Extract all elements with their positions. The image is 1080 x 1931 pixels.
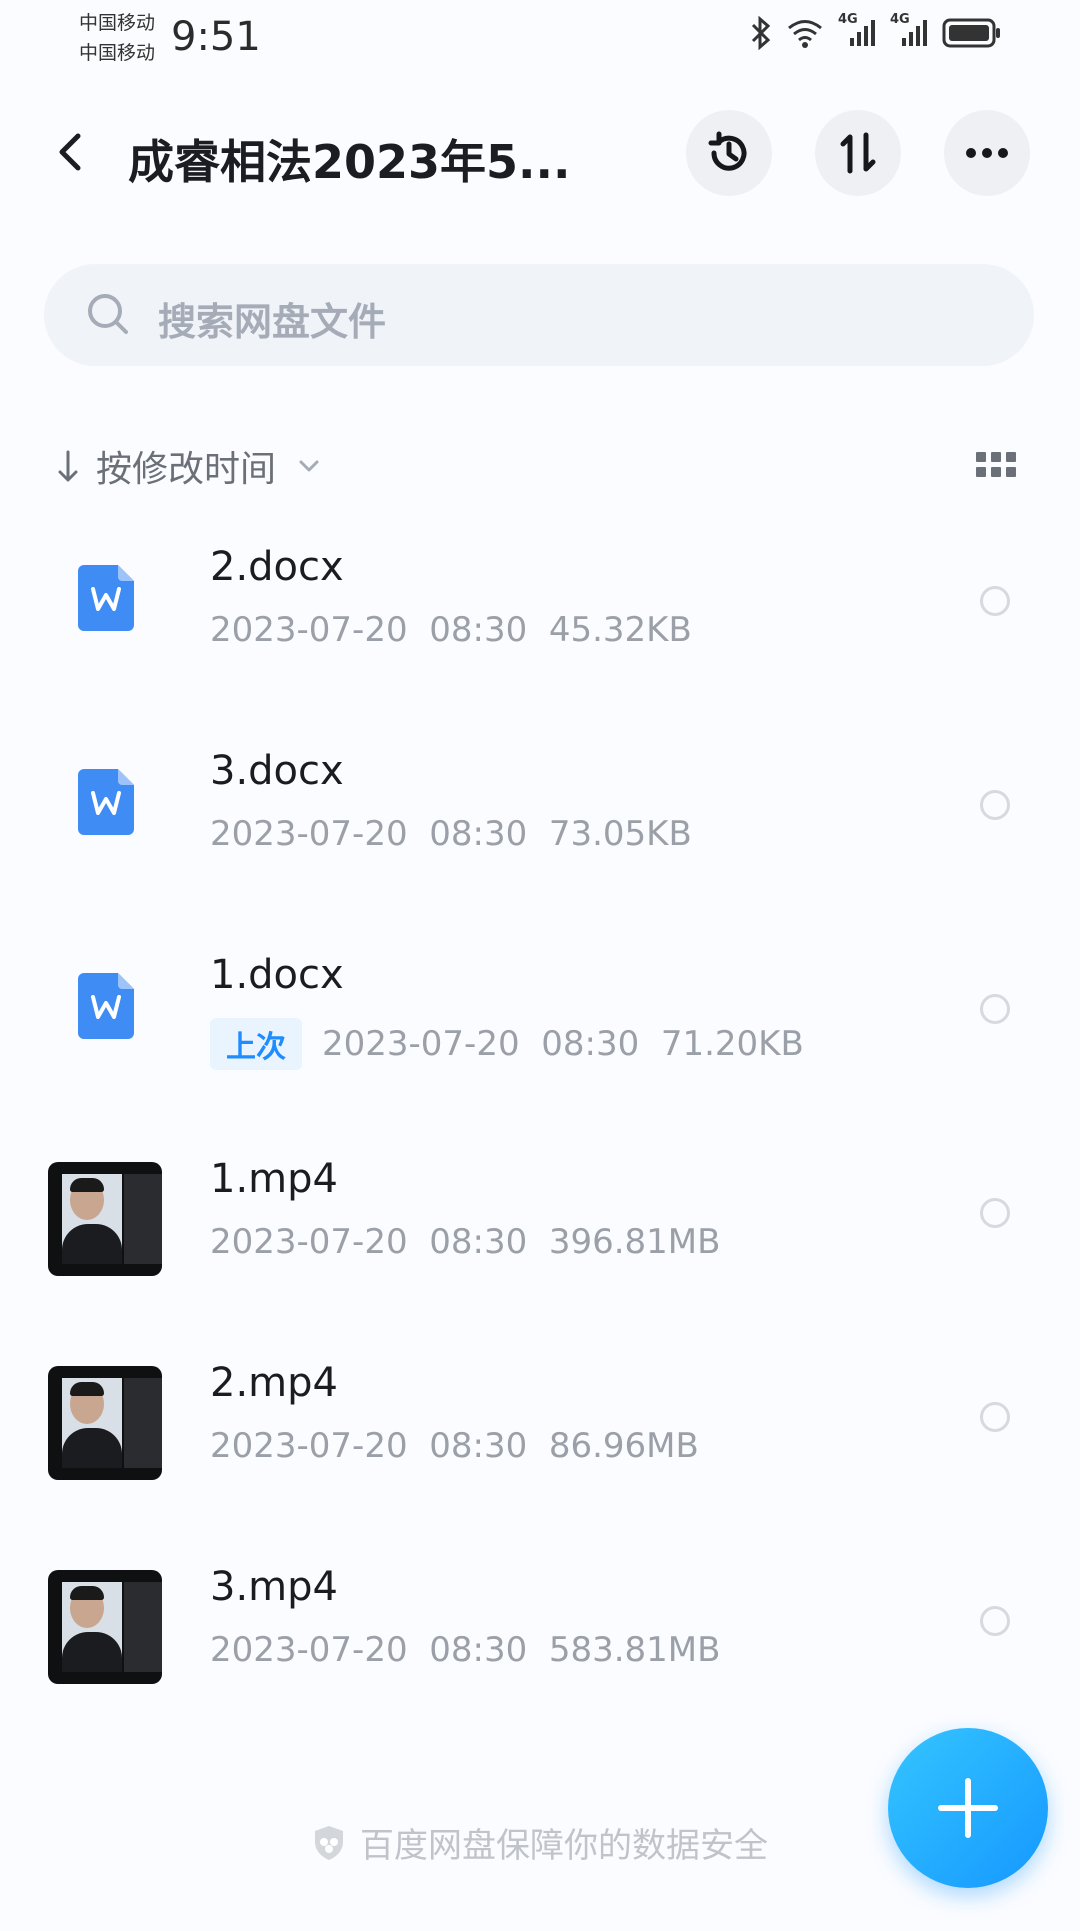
add-button[interactable] — [888, 1728, 1048, 1888]
grid-view-button[interactable] — [976, 452, 1016, 478]
file-list: 2.docx 2023-07-20 08:30 45.32KB 3.docx 2… — [0, 512, 1080, 1736]
wifi-icon — [786, 18, 824, 48]
signal-2-icon: 4G — [890, 12, 928, 48]
bluetooth-icon — [750, 16, 772, 50]
word-doc-icon — [78, 565, 134, 631]
file-date: 2023-07-20 — [210, 1222, 408, 1262]
file-time: 08:30 — [541, 1024, 640, 1064]
file-time: 08:30 — [429, 1222, 528, 1262]
network-type-1: 4G — [838, 12, 858, 27]
footer-text: 百度网盘保障你的数据安全 — [360, 1826, 768, 1866]
file-row[interactable]: 1.mp4 2023-07-20 08:30 396.81MB — [0, 1124, 1080, 1328]
history-button[interactable] — [686, 110, 772, 196]
search-icon — [88, 294, 128, 334]
carrier-1: 中国移动 — [79, 12, 156, 34]
file-row[interactable]: 2.mp4 2023-07-20 08:30 86.96MB — [0, 1328, 1080, 1532]
carrier-2: 中国移动 — [79, 42, 156, 64]
file-time: 08:30 — [429, 610, 528, 650]
file-meta: 2023-07-20 08:30 583.81MB — [210, 1630, 720, 1670]
more-button[interactable] — [944, 110, 1030, 196]
file-row[interactable]: 2.docx 2023-07-20 08:30 45.32KB — [0, 512, 1080, 716]
word-doc-icon — [78, 973, 134, 1039]
transfer-icon — [840, 132, 876, 174]
grid-icon — [976, 452, 1016, 477]
video-thumbnail — [48, 1366, 162, 1480]
file-row[interactable]: 3.mp4 2023-07-20 08:30 583.81MB — [0, 1532, 1080, 1736]
history-icon — [708, 131, 747, 171]
file-size: 73.05KB — [548, 814, 692, 854]
file-name: 1.mp4 — [210, 1156, 338, 1202]
file-name: 3.docx — [210, 748, 344, 794]
file-meta: 2023-07-20 08:30 73.05KB — [210, 814, 692, 854]
file-time: 08:30 — [429, 1426, 528, 1466]
file-meta: 2023-07-20 08:30 396.81MB — [210, 1222, 720, 1262]
file-name: 2.docx — [210, 544, 344, 590]
select-radio[interactable] — [980, 1606, 1010, 1636]
file-meta: 上次 2023-07-20 08:30 71.20KB — [210, 1018, 804, 1070]
file-size: 396.81MB — [548, 1222, 721, 1262]
file-name: 3.mp4 — [210, 1564, 338, 1610]
chevron-down-icon — [299, 460, 319, 472]
word-doc-icon — [78, 769, 134, 835]
transfer-button[interactable] — [815, 110, 901, 196]
page-title: 成睿相法2023年5... — [128, 135, 571, 189]
shield-icon — [315, 1825, 343, 1860]
search-placeholder: 搜索网盘文件 — [158, 300, 387, 344]
select-radio[interactable] — [980, 586, 1010, 616]
status-bar: 中国移动 中国移动 9:51 4G 4G — [0, 0, 1080, 80]
status-icons: 4G 4G — [750, 12, 1002, 50]
select-radio[interactable] — [980, 1198, 1010, 1228]
select-radio[interactable] — [980, 994, 1010, 1024]
chevron-left-icon — [59, 133, 81, 171]
file-date: 2023-07-20 — [210, 814, 408, 854]
file-date: 2023-07-20 — [210, 610, 408, 650]
signal-1-icon: 4G — [838, 12, 876, 48]
file-time: 08:30 — [429, 814, 528, 854]
file-name: 1.docx — [210, 952, 344, 998]
file-meta: 2023-07-20 08:30 45.32KB — [210, 610, 692, 650]
file-name: 2.mp4 — [210, 1360, 338, 1406]
file-size: 71.20KB — [660, 1024, 804, 1064]
more-icon — [966, 148, 1008, 158]
select-radio[interactable] — [980, 1402, 1010, 1432]
back-button[interactable] — [50, 130, 94, 174]
video-thumbnail — [48, 1162, 162, 1276]
network-type-2: 4G — [890, 12, 910, 27]
file-size: 583.81MB — [548, 1630, 721, 1670]
search-input[interactable]: 搜索网盘文件 — [44, 264, 1034, 366]
arrow-down-icon — [58, 450, 78, 482]
file-meta: 2023-07-20 08:30 86.96MB — [210, 1426, 699, 1466]
battery-icon — [942, 17, 1002, 49]
last-opened-badge: 上次 — [210, 1018, 302, 1070]
file-date: 2023-07-20 — [322, 1024, 520, 1064]
select-radio[interactable] — [980, 790, 1010, 820]
file-size: 86.96MB — [548, 1426, 699, 1466]
sort-label: 按修改时间 — [96, 449, 277, 490]
file-time: 08:30 — [429, 1630, 528, 1670]
sort-dropdown[interactable]: 按修改时间 — [56, 440, 320, 492]
file-row[interactable]: 3.docx 2023-07-20 08:30 73.05KB — [0, 716, 1080, 920]
file-date: 2023-07-20 — [210, 1426, 408, 1466]
carrier-info: 中国移动 中国移动 — [79, 8, 155, 68]
file-size: 45.32KB — [548, 610, 692, 650]
video-thumbnail — [48, 1570, 162, 1684]
file-date: 2023-07-20 — [210, 1630, 408, 1670]
status-time: 9:51 — [171, 14, 261, 60]
file-row[interactable]: 1.docx 上次 2023-07-20 08:30 71.20KB — [0, 920, 1080, 1124]
